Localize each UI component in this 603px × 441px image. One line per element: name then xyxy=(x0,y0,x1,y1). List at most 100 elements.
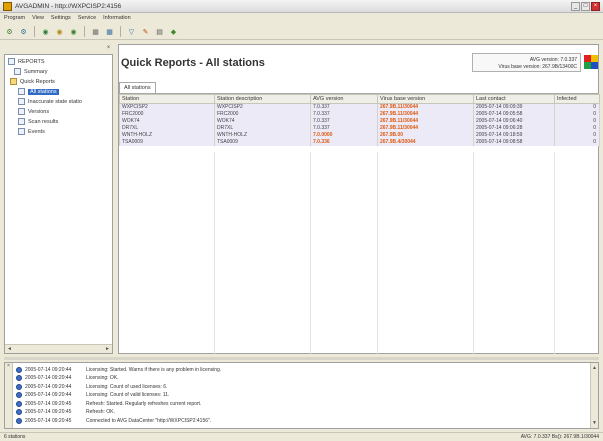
table-row[interactable]: FRC2000 FRC2000 7.0.337 267.9B.11/30044 2005… xyxy=(119,110,600,118)
cell-avg: 7.0.337 xyxy=(310,110,378,118)
menu-service[interactable]: Service xyxy=(78,15,96,21)
column-header-virus-base-version[interactable]: Virus base version xyxy=(377,94,474,104)
update-icon[interactable]: ◉ xyxy=(54,26,65,37)
settings-icon[interactable]: ◉ xyxy=(68,26,79,37)
cell-desc: DR7XL xyxy=(214,124,311,132)
report-panel: Quick Reports - All stations AVG version… xyxy=(118,44,600,354)
scroll-down-icon[interactable]: ▼ xyxy=(591,420,598,426)
app-icon xyxy=(3,1,12,11)
report-icon[interactable]: ✎ xyxy=(140,26,151,37)
log-message: Licensing: Count of used licenses: 6. xyxy=(86,383,168,390)
menu-information[interactable]: Information xyxy=(103,15,131,21)
scroll-right-icon[interactable]: ► xyxy=(104,346,111,353)
filter-icon[interactable]: ▽ xyxy=(126,26,137,37)
table-row[interactable]: WOK74 WOK74 7.0.337 267.9B.11/30044 2005-07-… xyxy=(119,117,600,125)
log-entry[interactable]: 2005-07-14 09:20:44 Licensing: Count of v… xyxy=(16,392,169,399)
connect-icon[interactable]: ⚙ xyxy=(4,26,15,37)
log-entry[interactable]: 2005-07-14 09:20:44 Licensing: Count of u… xyxy=(16,383,167,390)
disconnect-icon[interactable]: ⚙ xyxy=(18,26,29,37)
log-vertical-scrollbar[interactable]: ▲ ▼ xyxy=(590,363,598,428)
table-row[interactable]: WNTH-HOLZ WNTH-HOLZ 7.0.0000 267.9B.00 2005-… xyxy=(119,131,600,139)
log-timestamp: 2005-07-14 09:20:45 xyxy=(25,417,72,424)
groups-icon[interactable]: ▦ xyxy=(104,26,115,37)
info-icon xyxy=(16,366,22,373)
info-icon xyxy=(16,417,22,424)
table-row[interactable]: WXPCISP2 WXPCISP2 7.0.337 267.9B.11/30044 20… xyxy=(119,103,600,111)
log-timestamp: 2005-07-14 09:20:45 xyxy=(25,400,72,407)
log-entry[interactable]: 2005-07-14 09:20:44 Licensing: OK. xyxy=(16,375,119,382)
cell-infected: 0 xyxy=(554,117,600,125)
tree-item-inaccurate-state-statio[interactable]: Inaccurate state statio xyxy=(18,98,82,105)
cell-virus: 267.9B.11/30044 xyxy=(377,110,474,118)
versions-icon xyxy=(18,108,25,115)
panel-splitter[interactable] xyxy=(4,357,599,360)
cell-desc: TSA0009 xyxy=(214,138,311,146)
cell-virus: 267.9B.4/30044 xyxy=(377,138,474,146)
minimize-button[interactable]: _ xyxy=(571,1,580,11)
status-station-count: 6 stations xyxy=(4,434,26,440)
column-header-last-contact[interactable]: Last contact xyxy=(473,94,555,104)
cell-desc: FRC2000 xyxy=(214,110,311,118)
column-header-infected[interactable]: Infected xyxy=(554,94,600,104)
version-info-box: AVG version: 7.0.337 Virus base version:… xyxy=(472,53,581,72)
quick-reports-icon xyxy=(10,78,17,85)
toolbar: ⚙ ⚙ ◉ ◉ ◉ ▦ ▦ ▽ ✎ ▤ ◆ xyxy=(0,24,603,40)
log-message: Refresh: Started. Regularly refreshes cu… xyxy=(86,400,202,407)
log-message: Licensing: Started. Warns if there is an… xyxy=(86,366,222,373)
cell-avg: 7.0.0000 xyxy=(310,131,378,139)
scroll-left-icon[interactable]: ◄ xyxy=(6,346,13,353)
cell-station: WNTH-HOLZ xyxy=(119,131,215,139)
tree-item-all-stations[interactable]: All stations xyxy=(18,88,59,95)
tree-item-reports[interactable]: REPORTS xyxy=(8,58,45,65)
tree-item-summary[interactable]: Summary xyxy=(14,68,48,75)
page-title: Quick Reports - All stations xyxy=(121,57,265,69)
close-pane-icon[interactable]: × xyxy=(104,45,113,53)
avg-version-text: AVG version: 7.0.337 xyxy=(529,57,577,63)
toolbar-separator xyxy=(120,26,121,37)
column-header-avg-version[interactable]: AVG version xyxy=(310,94,378,104)
navigation-tree: ◄ ► REPORTS Summary Quick Reports All stati… xyxy=(4,54,113,354)
log-message: Refresh: OK. xyxy=(86,409,115,415)
menu-view[interactable]: View xyxy=(32,15,44,21)
log-message: Connected to AVG DataCenter "http://WXPC… xyxy=(86,417,212,424)
title-bar: AVGADMIN - http://WXPCISP2:4156 _ □ × xyxy=(0,0,603,13)
cell-infected: 0 xyxy=(554,138,600,146)
log-entry[interactable]: 2005-07-14 09:20:45 Refresh: OK. xyxy=(16,409,115,416)
policy-icon[interactable]: ▦ xyxy=(90,26,101,37)
log-close-icon[interactable]: × xyxy=(5,363,13,428)
tree-horizontal-scrollbar[interactable]: ◄ ► xyxy=(5,344,112,353)
maximize-button[interactable]: □ xyxy=(581,1,590,11)
print-icon[interactable]: ▤ xyxy=(154,26,165,37)
log-entry[interactable]: 2005-07-14 09:20:44 Licensing: Started. W… xyxy=(16,366,221,373)
table-row[interactable]: DR7XL DR7XL 7.0.337 267.9B.11/30044 2005-07-… xyxy=(119,124,600,132)
status-bar: 6 stations AVG: 7.0.337 Bs(): 267.9B.1/3… xyxy=(0,432,603,441)
log-entry[interactable]: 2005-07-14 09:20:45 Refresh: Started. Reg… xyxy=(16,400,201,407)
tree-item-versions[interactable]: Versions xyxy=(18,108,49,115)
cell-virus: 267.9B.00 xyxy=(377,131,474,139)
scan-icon[interactable]: ◉ xyxy=(40,26,51,37)
window-title: AVGADMIN - http://WXPCISP2:4156 xyxy=(15,2,122,10)
cell-contact: 2005-07-14 09:05:58 xyxy=(473,110,555,118)
scroll-up-icon[interactable]: ▲ xyxy=(591,365,598,371)
refresh-icon[interactable]: ◆ xyxy=(168,26,179,37)
tree-item-label: REPORTS xyxy=(18,58,45,65)
cell-station: DR7XL xyxy=(119,124,215,132)
cell-desc: WOK74 xyxy=(214,117,311,125)
column-header-station-description[interactable]: Station description xyxy=(214,94,311,104)
menu-program[interactable]: Program xyxy=(4,15,25,21)
warning-icon xyxy=(18,98,25,105)
cell-infected: 0 xyxy=(554,103,600,111)
tab-all-stations[interactable]: All stations xyxy=(119,82,156,93)
log-entry[interactable]: 2005-07-14 09:20:45 Connected to AVG Data… xyxy=(16,417,211,424)
cell-contact: 2005-07-14 09:09:39 xyxy=(473,103,555,111)
log-timestamp: 2005-07-14 09:20:44 xyxy=(25,375,72,381)
table-row[interactable]: TSA0009 TSA0009 7.0.336 267.9B.4/30044 2005-… xyxy=(119,138,600,146)
close-button[interactable]: × xyxy=(591,1,600,11)
toolbar-separator xyxy=(84,26,85,37)
tree-item-scan-results[interactable]: Scan results xyxy=(18,118,58,125)
menu-settings[interactable]: Settings xyxy=(51,15,71,21)
tree-item-events[interactable]: Events xyxy=(18,128,45,135)
table-empty-area xyxy=(119,152,599,354)
tree-item-quick-reports[interactable]: Quick Reports xyxy=(10,78,55,85)
column-header-station[interactable]: Station xyxy=(119,94,215,104)
